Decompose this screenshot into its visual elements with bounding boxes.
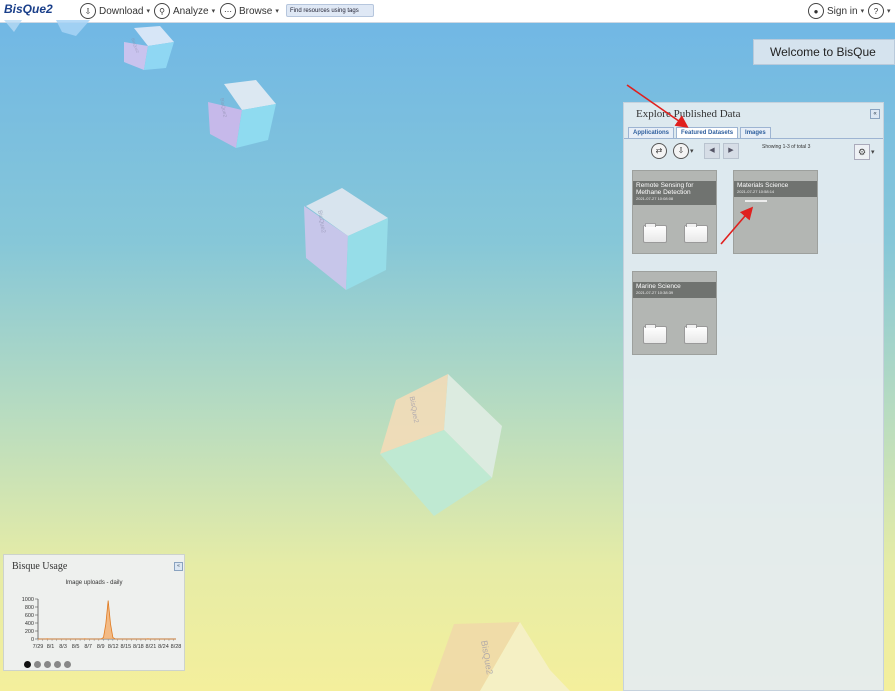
carousel-dot[interactable]	[54, 661, 61, 668]
carousel-dots	[24, 661, 71, 668]
x-tick-label: 8/28	[171, 644, 182, 650]
cube-label: BisQue2	[316, 210, 326, 234]
signin-label: Sign in	[827, 5, 858, 17]
signin-menu[interactable]: ● Sign in ▾	[808, 3, 864, 19]
dataset-card-header: Marine Science 2021-07-27 10:38:39	[633, 282, 716, 298]
cube-label: BisQue2	[408, 396, 420, 424]
dataset-name: Remote Sensing for Methane Detection	[636, 182, 694, 196]
x-tick-label: 8/5	[72, 644, 80, 650]
y-tick-label: 600	[25, 613, 34, 619]
refresh-icon[interactable]: ⇄	[651, 143, 667, 159]
chevron-down-icon[interactable]: ▾	[690, 147, 694, 155]
x-tick-label: 8/24	[158, 644, 169, 650]
svg-text:BisQue2: BisQue2	[130, 37, 140, 54]
explore-tabs: Applications Featured Datasets Images	[628, 127, 771, 138]
browse-menu[interactable]: ⋯ Browse ▾	[220, 3, 279, 19]
folder-icon	[684, 324, 708, 344]
chevron-down-icon: ▾	[275, 8, 279, 15]
usage-widget: Bisque Usage « Image uploads - daily 100…	[3, 554, 185, 671]
download-menu[interactable]: ⇩ Download ▾	[80, 3, 150, 19]
tab-images[interactable]: Images	[740, 127, 771, 138]
carousel-dot[interactable]	[34, 661, 41, 668]
prev-page-button[interactable]: ◀	[704, 143, 720, 159]
analyze-icon: ⚲	[154, 3, 170, 19]
dataset-card-header: Remote Sensing for Methane Detection 202…	[633, 181, 716, 205]
x-tick-label: 8/9	[97, 644, 105, 650]
chevron-down-icon: ▾	[146, 8, 150, 15]
grid-icon: ⋯	[220, 3, 236, 19]
paging-status: Showing 1-3 of total 3	[762, 144, 811, 150]
dataset-card[interactable]: Remote Sensing for Methane Detection 202…	[632, 170, 717, 254]
browse-label: Browse	[239, 5, 273, 17]
welcome-banner: Welcome to BisQue	[753, 39, 895, 65]
series-area	[38, 600, 176, 639]
dataset-name: Materials Science	[737, 182, 789, 189]
dataset-card[interactable]: Marine Science 2021-07-27 10:38:39	[632, 271, 717, 355]
chart-title: Image uploads - daily	[65, 580, 123, 586]
explore-panel: Explore Published Data « Applications Fe…	[623, 102, 884, 691]
y-tick-label: 400	[25, 621, 34, 627]
svg-text:BisQue2: BisQue2	[479, 640, 495, 676]
dataset-card-header: Materials Science 2021-07-27 10:58:14	[734, 181, 817, 197]
uploads-chart: 1000 800 600 400 200 07/29 8/1 8/3 8/5 8/7 8/9 8/12…	[22, 597, 182, 650]
folder-icon	[643, 324, 667, 344]
y-tick-label: 200	[25, 629, 34, 635]
chevron-down-icon: ▾	[860, 8, 865, 15]
cube-label: BisQue2	[218, 98, 227, 118]
carousel-dot[interactable]	[44, 661, 51, 668]
dataset-name: Marine Science	[636, 283, 681, 290]
collapse-icon[interactable]: «	[174, 562, 183, 571]
dataset-date: 2021-07-27 10:38:39	[636, 290, 674, 295]
placeholder-bar	[745, 200, 767, 202]
chevron-down-icon: ▾	[887, 8, 891, 15]
x-tick-label: 8/15	[120, 644, 131, 650]
tab-applications[interactable]: Applications	[628, 127, 675, 138]
tab-featured-datasets[interactable]: Featured Datasets	[676, 127, 739, 138]
help-menu[interactable]: ? ▾	[868, 3, 891, 19]
next-page-button[interactable]: ▶	[723, 143, 739, 159]
carousel-dot[interactable]	[24, 661, 31, 668]
tag-search-input[interactable]: Find resources using tags	[286, 4, 374, 17]
analyze-menu[interactable]: ⚲ Analyze ▾	[154, 3, 215, 19]
svg-text:BisQue2: BisQue2	[316, 210, 326, 234]
download-icon: ⇩	[80, 3, 96, 19]
carousel-dot[interactable]	[64, 661, 71, 668]
y-tick-label: 1000	[22, 597, 34, 603]
svg-text:BisQue2: BisQue2	[408, 396, 420, 424]
x-tick-label: 8/7	[84, 644, 92, 650]
x-tick-label: 8/1	[47, 644, 55, 650]
folder-icon	[684, 223, 708, 243]
chevron-down-icon: ▾	[211, 8, 216, 15]
x-tick-label: 8/3	[59, 644, 67, 650]
folder-icon	[643, 223, 667, 243]
download-icon[interactable]: ⇩	[673, 143, 689, 159]
download-label: Download	[99, 5, 144, 17]
cube-logo	[56, 20, 90, 36]
gear-icon[interactable]: ⚙	[854, 144, 870, 160]
x-tick-label: 8/18	[133, 644, 144, 650]
analyze-label: Analyze	[173, 5, 209, 17]
dataset-toolbar: ⇄ ⇩ ▾ ◀ ▶ Showing 1-3 of total 3 ⚙ ▾	[624, 140, 883, 162]
dataset-card[interactable]: Materials Science 2021-07-27 10:58:14	[733, 170, 818, 254]
top-toolbar: BisQue2 ⇩ Download ▾ ⚲ Analyze ▾ ⋯ Brows…	[0, 0, 895, 23]
x-tick-label: 7/29	[33, 644, 44, 650]
tab-divider	[624, 138, 883, 139]
chevron-down-icon[interactable]: ▾	[871, 148, 875, 156]
panel-title: Explore Published Data	[636, 108, 741, 120]
dataset-date: 2021-07-27 10:58:14	[737, 189, 775, 194]
user-icon: ●	[808, 3, 824, 19]
brand-logo[interactable]: BisQue2	[4, 2, 53, 16]
cube-label: BisQue2	[130, 37, 140, 54]
usage-title: Bisque Usage	[12, 561, 68, 572]
cube-logo	[4, 20, 22, 32]
svg-text:BisQue2: BisQue2	[218, 98, 227, 118]
cube-label: BisQue2	[479, 640, 495, 676]
y-tick-label: 0	[31, 637, 34, 643]
dataset-date: 2021-07-27 10:08:08	[636, 196, 674, 201]
y-tick-label: 800	[25, 605, 34, 611]
help-icon: ?	[868, 3, 884, 19]
collapse-icon[interactable]: «	[870, 109, 880, 119]
x-tick-label: 8/12	[108, 644, 119, 650]
x-tick-label: 8/21	[146, 644, 157, 650]
